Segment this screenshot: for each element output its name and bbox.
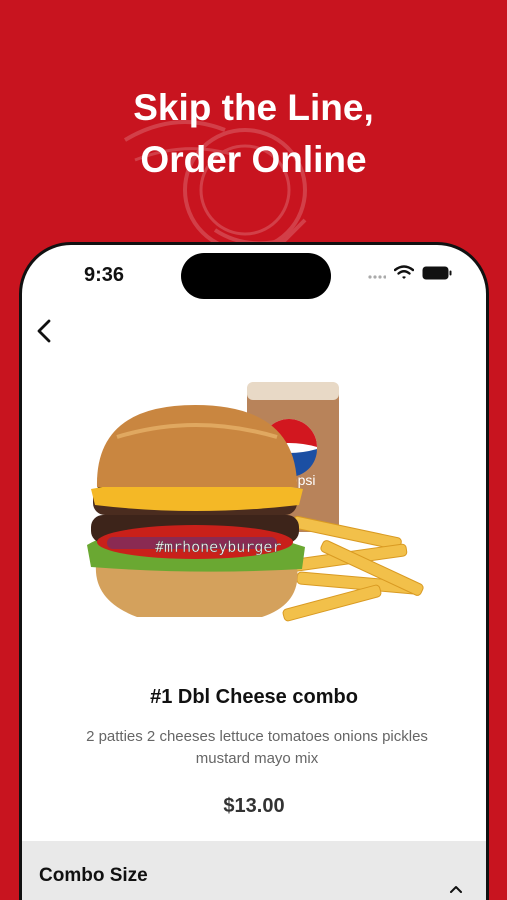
- chevron-up-icon[interactable]: [448, 881, 464, 897]
- promo-headline-line1: Skip the Line,: [133, 87, 374, 128]
- phone-screen: 9:36 pepsi #mrhoneyburger #1 Dbl Cheese …: [19, 242, 489, 900]
- image-watermark: #mrhoneyburger: [155, 538, 281, 556]
- dynamic-island: [181, 253, 331, 299]
- chevron-left-icon[interactable]: [28, 313, 64, 349]
- promo-headline-line2: Order Online: [140, 139, 367, 180]
- product-price: $13.00: [223, 795, 285, 817]
- product-description: 2 patties 2 cheeses lettuce tomatoes oni…: [86, 728, 428, 767]
- wifi-icon: [394, 265, 414, 279]
- product-image: pepsi #mrhoneyburger: [87, 382, 424, 622]
- status-time: 9:36: [84, 264, 125, 286]
- product-title: #1 Dbl Cheese combo: [150, 686, 358, 708]
- combo-size-label: Combo Size: [39, 865, 148, 886]
- status-bar: 9:36: [22, 245, 486, 305]
- promo-headline: Skip the Line, Order Online: [0, 82, 507, 186]
- status-icons: [368, 265, 452, 280]
- burger: [87, 405, 305, 617]
- combo-size-section[interactable]: Combo Size: [22, 841, 486, 900]
- signal-icon: [368, 274, 386, 279]
- battery-icon: [422, 266, 452, 279]
